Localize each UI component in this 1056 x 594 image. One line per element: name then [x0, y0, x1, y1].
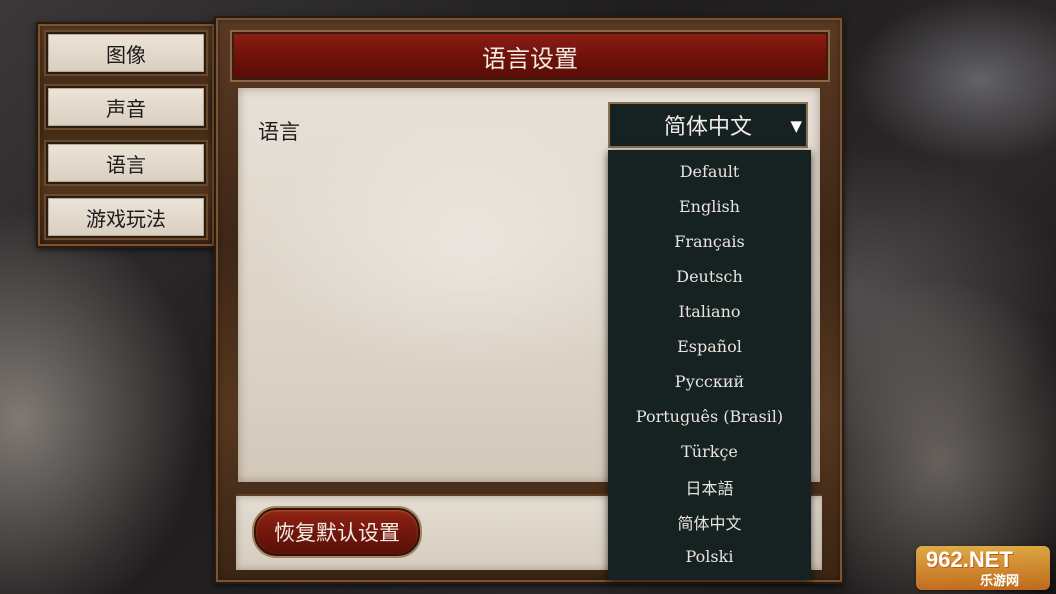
language-option-turkish[interactable]: Türkçe	[608, 434, 811, 469]
dropdown-arrow-icon: ▼	[790, 117, 802, 135]
language-option-default[interactable]: Default	[608, 154, 811, 189]
language-option-russian[interactable]: Русский	[608, 364, 811, 399]
language-option-german[interactable]: Deutsch	[608, 259, 811, 294]
sidebar-item-graphics[interactable]: 图像	[46, 32, 206, 74]
language-option-polish[interactable]: Polski	[608, 539, 811, 574]
language-option-english[interactable]: English	[608, 189, 811, 224]
language-label: 语言	[258, 120, 300, 144]
reset-defaults-button[interactable]: 恢复默认设置	[254, 508, 420, 556]
settings-category-sidebar: 图像 声音 语言 游戏玩法	[36, 22, 216, 248]
sidebar-item-sound[interactable]: 声音	[46, 86, 206, 128]
language-option-french[interactable]: Français	[608, 224, 811, 259]
language-select-value: 简体中文	[663, 115, 752, 140]
language-select[interactable]: 简体中文 ▼	[608, 102, 808, 148]
site-watermark-logo: 962.NET 乐游网	[916, 546, 1050, 590]
language-option-italian[interactable]: Italiano	[608, 294, 811, 329]
sidebar-item-gameplay[interactable]: 游戏玩法	[46, 196, 206, 238]
watermark-subtitle: 乐游网	[980, 574, 1020, 589]
language-option-japanese[interactable]: 日本語	[608, 469, 811, 504]
sidebar-item-language[interactable]: 语言	[46, 142, 206, 184]
language-option-portuguese-brazil[interactable]: Português (Brasil)	[608, 399, 811, 434]
language-option-spanish[interactable]: Español	[608, 329, 811, 364]
page-title: 语言设置	[232, 32, 828, 80]
language-dropdown-list: Default English Français Deutsch Italian…	[608, 150, 811, 580]
language-option-simplified-chinese[interactable]: 简体中文	[608, 504, 811, 539]
